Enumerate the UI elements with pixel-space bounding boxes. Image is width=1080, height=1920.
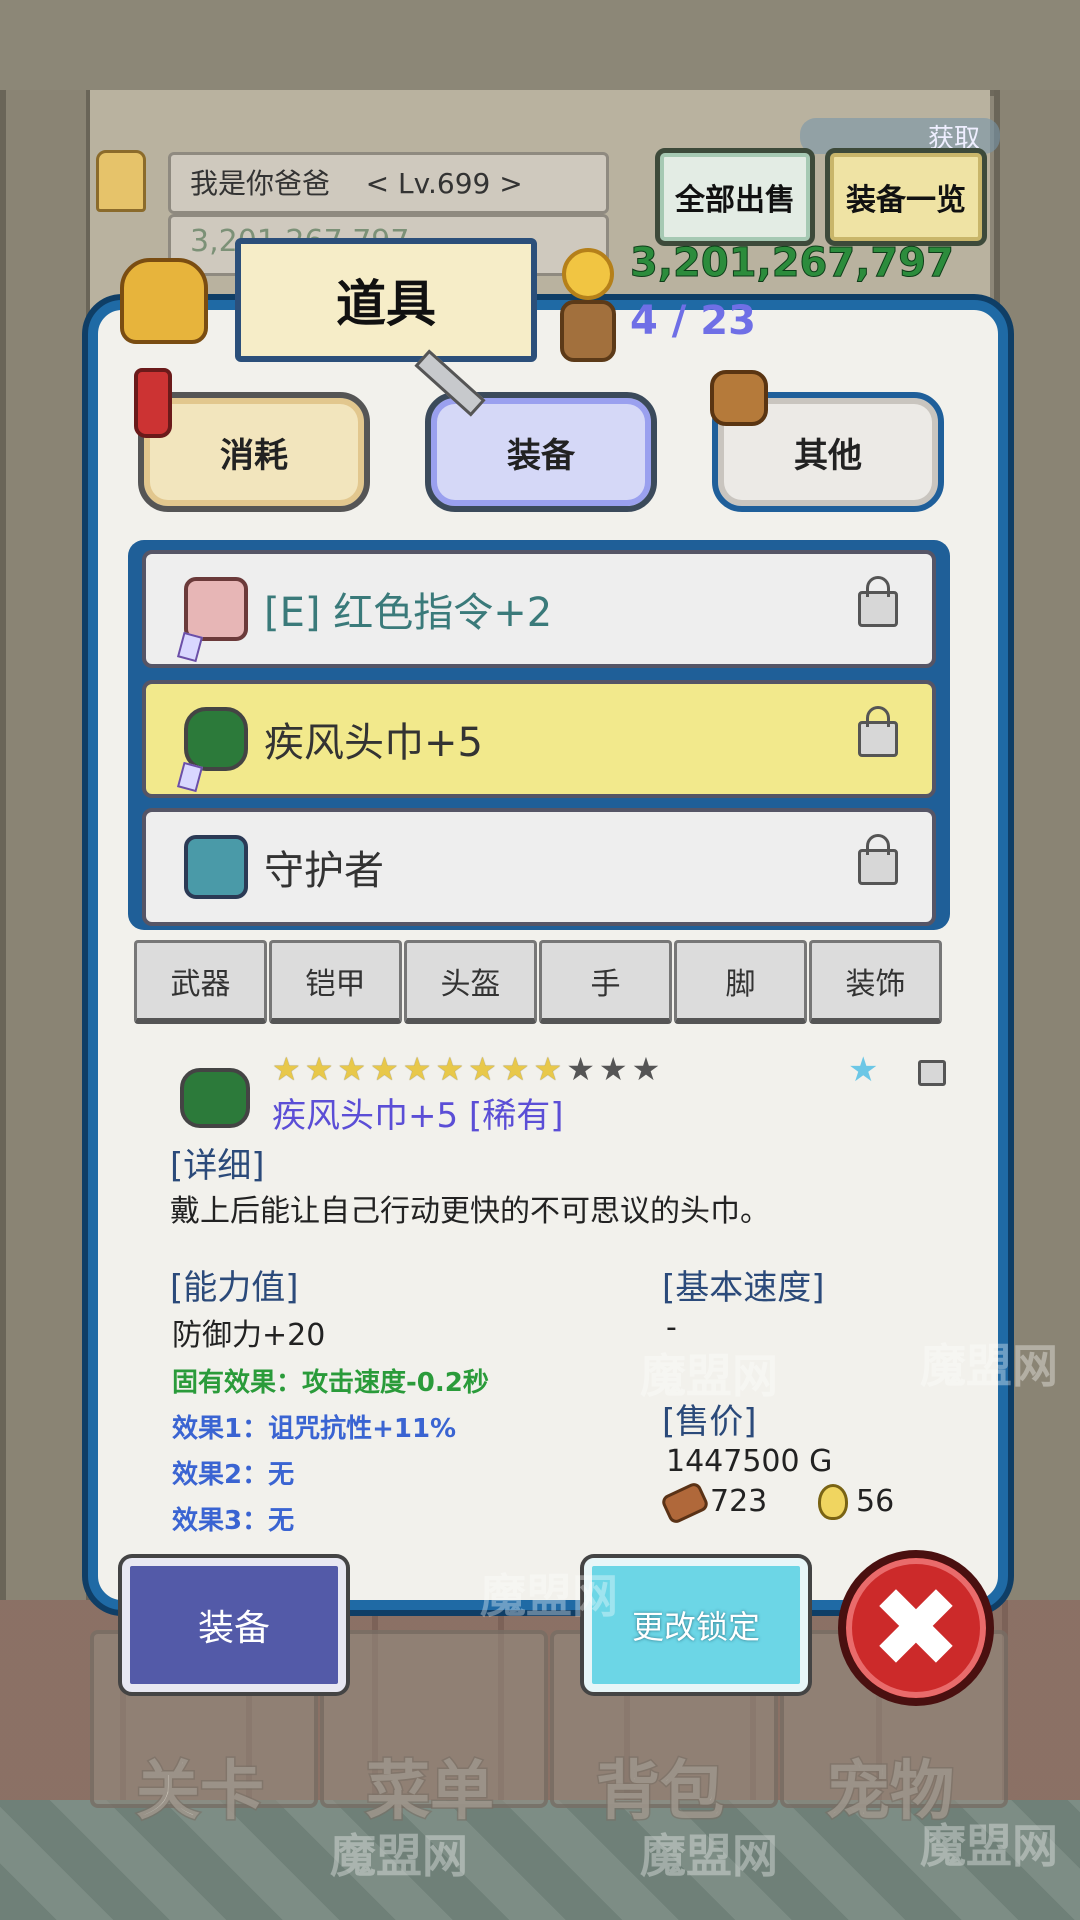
left-pillar bbox=[0, 90, 92, 1600]
slot-count: 4 / 23 bbox=[630, 298, 756, 344]
potion-icon bbox=[134, 368, 172, 438]
filter-accessory[interactable]: 装饰 bbox=[809, 940, 942, 1024]
lock-icon[interactable] bbox=[858, 706, 898, 757]
nav-bag-label: 背包 bbox=[595, 1754, 726, 1831]
top-wall bbox=[0, 0, 1080, 96]
detail-heading: [详细] bbox=[170, 1146, 265, 1186]
item-name: 疾风头巾+5 [稀有] bbox=[272, 1096, 564, 1136]
price-value: 1447500 G bbox=[666, 1444, 833, 1479]
star-filled-icon: ★ bbox=[304, 1050, 334, 1088]
oil-drop-icon bbox=[818, 1484, 848, 1520]
filter-weapon[interactable]: 武器 bbox=[134, 940, 267, 1024]
slot-filter-bar: 武器 铠甲 头盔 手 脚 装饰 bbox=[134, 940, 944, 1024]
red-helmet-icon bbox=[184, 577, 248, 641]
star-filled-icon: ★ bbox=[337, 1050, 367, 1088]
item-label: [E] 红色指令+2 bbox=[264, 590, 553, 636]
sell-all-button[interactable]: 全部出售 bbox=[655, 148, 815, 246]
player-name: 我是你爸爸 bbox=[190, 167, 331, 200]
player-info: 我是你爸爸 < Lv.699 > bbox=[190, 162, 523, 202]
backpack-icon bbox=[560, 300, 616, 362]
nav-stage-label: 关卡 bbox=[135, 1754, 266, 1831]
gold-amount: 3,201,267,797 bbox=[630, 240, 955, 287]
filter-armor[interactable]: 铠甲 bbox=[269, 940, 402, 1024]
effect-2: 效果2：无 bbox=[172, 1460, 295, 1490]
watermark: 魔盟网 bbox=[480, 1569, 618, 1623]
wood-value: 723 bbox=[710, 1484, 768, 1519]
guardian-helmet-icon bbox=[184, 835, 248, 899]
filter-hand[interactable]: 手 bbox=[539, 940, 672, 1024]
star-filled-icon: ★ bbox=[402, 1050, 432, 1088]
gold-coin-icon bbox=[562, 248, 614, 300]
gem-icon bbox=[176, 631, 204, 663]
lock-icon[interactable] bbox=[858, 576, 898, 627]
star-empty-icon: ★ bbox=[598, 1050, 628, 1088]
watermark: 魔盟网 bbox=[920, 1339, 1058, 1393]
favorite-star-icon[interactable]: ★ bbox=[848, 1050, 878, 1090]
star-rating: ★ ★ ★ ★ ★ ★ ★ ★ ★ ★ ★ ★ bbox=[272, 1050, 664, 1088]
nav-menu-label: 菜单 bbox=[365, 1754, 496, 1831]
item-label: 疾风头巾+5 bbox=[264, 720, 483, 766]
star-filled-icon: ★ bbox=[500, 1050, 530, 1088]
watermark: 魔盟网 bbox=[330, 1829, 468, 1883]
item-bag-icon bbox=[120, 258, 208, 344]
star-filled-icon: ★ bbox=[272, 1050, 301, 1088]
star-filled-icon: ★ bbox=[435, 1050, 465, 1088]
green-bandana-icon bbox=[180, 1068, 250, 1128]
lock-icon[interactable] bbox=[858, 834, 898, 885]
player-avatar bbox=[96, 150, 146, 212]
oil-value: 56 bbox=[856, 1484, 895, 1519]
ability-heading: [能力值] bbox=[170, 1268, 299, 1308]
watermark: 魔盟网 bbox=[920, 1819, 1058, 1873]
star-empty-icon: ★ bbox=[566, 1050, 595, 1088]
player-level: < Lv.699 > bbox=[365, 167, 523, 200]
item-row-guardian[interactable]: 守护者 bbox=[142, 808, 936, 926]
green-bandana-icon bbox=[184, 707, 248, 771]
watermark: 魔盟网 bbox=[640, 1349, 778, 1403]
speed-heading: [基本速度] bbox=[662, 1268, 825, 1308]
item-description: 戴上后能让自己行动更快的不可思议的头巾。 bbox=[170, 1194, 770, 1229]
tab-equipment[interactable]: 装备 bbox=[425, 392, 657, 512]
defense-stat: 防御力+20 bbox=[172, 1318, 326, 1353]
watermark: 魔盟网 bbox=[640, 1829, 778, 1883]
filter-foot[interactable]: 脚 bbox=[674, 940, 807, 1024]
star-filled-icon: ★ bbox=[533, 1050, 563, 1088]
effect-3: 效果3：无 bbox=[172, 1506, 295, 1536]
star-empty-icon: ★ bbox=[631, 1050, 661, 1088]
item-label: 守护者 bbox=[264, 848, 384, 894]
tab-consumables[interactable]: 消耗 bbox=[138, 392, 370, 512]
equip-button[interactable]: 装备 bbox=[122, 1558, 346, 1692]
lock-icon[interactable] bbox=[918, 1060, 946, 1086]
gem-icon bbox=[176, 761, 204, 793]
filter-helmet[interactable]: 头盔 bbox=[404, 940, 537, 1024]
equipment-list-button[interactable]: 装备一览 bbox=[825, 148, 987, 246]
effect-1: 效果1：诅咒抗性+11% bbox=[172, 1414, 457, 1444]
panel-title: 道具 bbox=[235, 238, 537, 362]
item-row-red-command[interactable]: [E] 红色指令+2 bbox=[142, 550, 936, 668]
sack-icon bbox=[710, 370, 768, 426]
star-filled-icon: ★ bbox=[468, 1050, 497, 1088]
inherent-effect: 固有效果：攻击速度-0.2秒 bbox=[172, 1368, 489, 1398]
item-row-gale-bandana[interactable]: 疾风头巾+5 bbox=[142, 680, 936, 798]
close-icon[interactable]: ✖ bbox=[838, 1550, 994, 1706]
star-filled-icon: ★ bbox=[370, 1050, 399, 1088]
